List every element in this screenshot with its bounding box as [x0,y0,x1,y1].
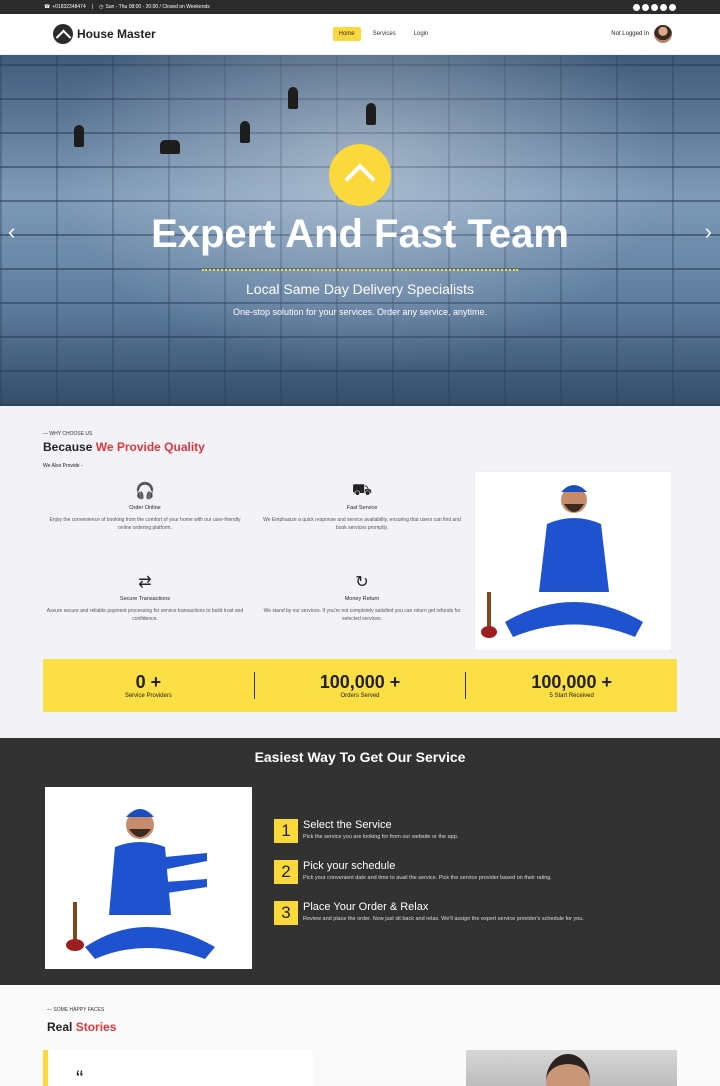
how-it-works-section: Easiest Way To Get Our Service 1 Select … [0,738,720,985]
title-underline [202,268,518,271]
why-choose-us-section: — WHY CHOOSE US Because We Provide Quali… [0,406,720,738]
feature-desc: Assure secure and reliable payment proce… [46,608,244,622]
user-status[interactable]: Not Logged In [611,25,672,43]
main-nav: House Master Home Services Login Not Log… [0,14,720,55]
social-links [633,3,676,11]
feature-desc: Enjoy the convenience of booking from th… [49,517,241,531]
section-title: Because We Provide Quality [43,440,205,454]
stat-stars-received: 100,000 + 5 Start Received [466,672,677,699]
headset-icon: 🎧 [135,483,155,500]
nav-home[interactable]: Home [332,27,361,41]
hero-title: Expert And Fast Team [151,212,569,256]
stat-number: 100,000 + [531,672,612,692]
phone-info[interactable]: ☎ +01832348474 [44,4,86,10]
testimonial-portrait [466,1050,677,1086]
stat-label: Orders Served [340,693,380,699]
phone-number: +01832348474 [52,4,86,10]
testimonial-card: “ [43,1050,313,1086]
steps-title: Easiest Way To Get Our Service [254,749,466,765]
feature-title: Money Return [344,596,380,602]
feature-money-return: ↻ Money Return We stand by our services.… [262,572,462,623]
stats-bar: 0 + Service Providers 100,000 + Orders S… [43,659,677,712]
feature-secure-transactions: ⇄ Secure Transactions Assure secure and … [45,572,245,623]
dribbble-icon[interactable] [669,3,676,11]
truck-icon: ⛟ [351,482,373,499]
brand[interactable]: House Master [53,24,156,44]
step-number: 2 [274,860,298,884]
hero-logo-icon [329,144,391,206]
pointing-plumber-image [45,787,252,969]
step-title: Place Your Order & Relax [303,901,429,913]
worker-silhouette [366,103,376,125]
also-provide-label: We Also Provide - [43,463,83,469]
feature-order-online: 🎧 Order Online Enjoy the convenience of … [45,481,245,532]
step-desc: Pick the service you are looking for fro… [303,834,459,840]
feature-desc: We stand by our services. If you're not … [263,608,461,622]
step-2: 2 Pick your schedule Pick your convenien… [274,860,674,884]
section-eyebrow: — WHY CHOOSE US [43,431,93,437]
worker-silhouette [74,125,84,147]
feature-fast-service: ⛟ Fast Service We Emphasize a quick resp… [262,481,462,532]
hours-info: ◷ Sun - Thu 08:00 - 20:00 / Closed on We… [99,4,210,10]
twitter-icon[interactable] [633,3,640,11]
step-3: 3 Place Your Order & Relax Review and pl… [274,901,674,925]
top-bar: ☎ +01832348474 | ◷ Sun - Thu 08:00 - 20:… [0,0,720,14]
exchange-icon: ⇄ [138,574,152,591]
stories-title: Real Stories [47,1020,117,1034]
carousel-prev-icon[interactable]: ‹ [8,219,15,245]
facebook-icon[interactable] [642,3,649,11]
carousel-next-icon[interactable]: › [705,219,712,245]
nav-services[interactable]: Services [367,27,402,41]
stat-number: 100,000 + [319,672,401,692]
worker-silhouette [160,140,180,154]
plumber-image [474,471,672,651]
worker-silhouette [240,121,250,143]
worker-silhouette [288,87,298,109]
stat-label: 5 Start Received [549,693,594,699]
business-hours: Sun - Thu 08:00 - 20:00 / Closed on Week… [105,4,210,10]
step-number: 1 [274,819,298,843]
money-return-icon: ↻ [355,574,369,591]
step-title: Select the Service [303,819,392,831]
nav-login[interactable]: Login [408,27,435,41]
avatar[interactable] [654,25,672,43]
step-1: 1 Select the Service Pick the service yo… [274,819,674,843]
real-stories-section: — SOME HAPPY FACES Real Stories “ [0,985,720,1086]
step-desc: Review and place the order. Now just sit… [303,916,584,922]
pinterest-icon[interactable] [651,3,658,11]
youtube-icon[interactable] [660,3,667,11]
step-title: Pick your schedule [303,860,396,872]
login-status: Not Logged In [611,31,649,37]
stat-service-providers: 0 + Service Providers [43,672,255,699]
house-logo-icon [53,24,73,44]
feature-title: Secure Transactions [119,596,171,602]
quote-icon: “ [76,1066,84,1086]
hero-tagline: One-stop solution for your services. Ord… [232,307,488,317]
hero-carousel: Expert And Fast Team Local Same Day Deli… [0,55,720,406]
brand-name: House Master [77,27,156,41]
stat-number: 0 + [135,672,162,692]
hero-subtitle: Local Same Day Delivery Specialists [246,281,474,297]
section-eyebrow: — SOME HAPPY FACES [47,1007,105,1013]
feature-title: Order Online [129,505,161,511]
step-desc: Pick your convenient date and time to av… [303,875,552,881]
feature-title: Fast Service [346,505,378,511]
step-number: 3 [274,901,298,925]
stat-label: Service Providers [124,693,172,699]
stat-orders-served: 100,000 + Orders Served [255,672,467,699]
feature-desc: We Emphasize a quick response and servic… [263,517,461,531]
nav-menu: Home Services Login [332,27,435,41]
